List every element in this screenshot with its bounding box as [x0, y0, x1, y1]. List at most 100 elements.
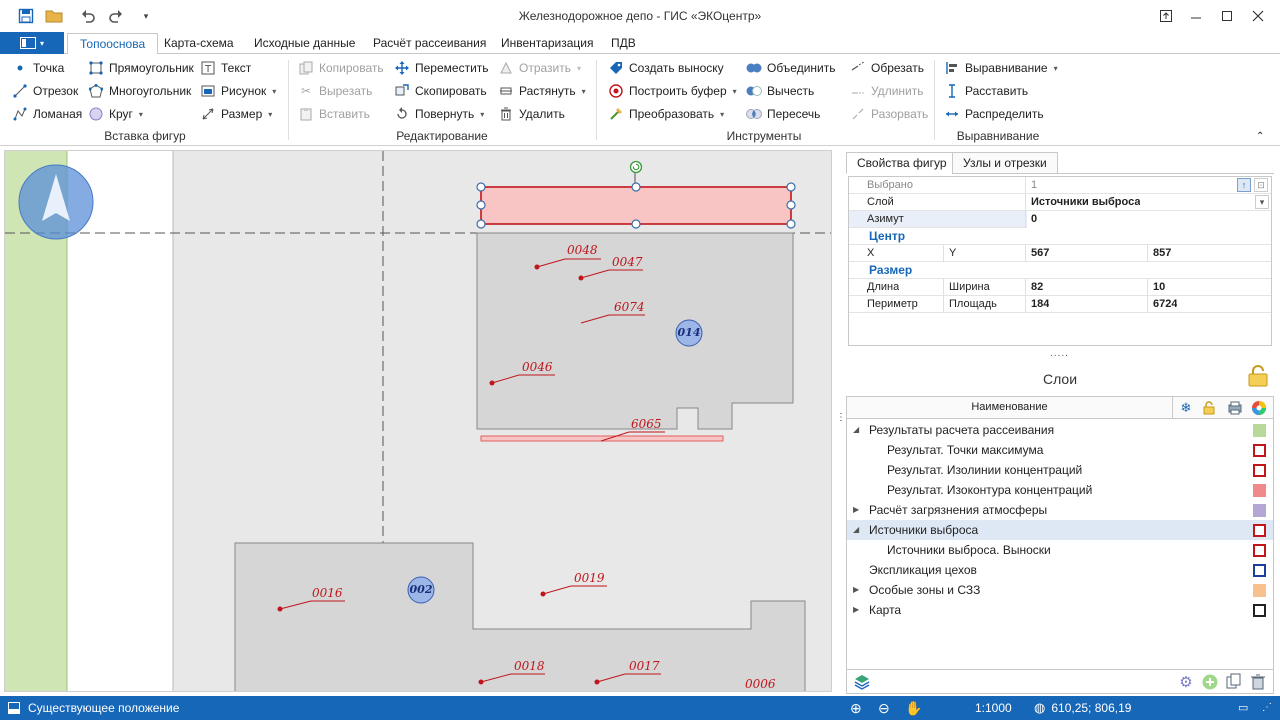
- size-button[interactable]: Размер ▾: [200, 104, 272, 124]
- tab-pdv[interactable]: ПДВ: [599, 33, 648, 54]
- width-field[interactable]: 10: [1149, 279, 1165, 296]
- layer-color-swatch[interactable]: [1253, 464, 1266, 477]
- pan-hand-icon[interactable]: ✋: [905, 696, 922, 720]
- layer-item[interactable]: Результат. Точки максимума: [847, 440, 1273, 460]
- rectangle-button[interactable]: Прямоугольник: [88, 58, 194, 78]
- close-button[interactable]: [1246, 6, 1270, 26]
- stretch-dropdown-icon[interactable]: ▾: [582, 87, 586, 96]
- zoom-out-icon[interactable]: ⊖: [878, 696, 890, 720]
- collapsed-arrow-icon[interactable]: ▶: [853, 580, 859, 600]
- layer-color-swatch[interactable]: [1253, 424, 1266, 437]
- layer-item[interactable]: ▶ Карта: [847, 600, 1273, 620]
- buffer-dropdown-icon[interactable]: ▾: [733, 87, 737, 96]
- map-label[interactable]: 0016: [312, 586, 343, 600]
- status-button-icon[interactable]: ▭: [1238, 696, 1248, 720]
- map-label[interactable]: 0018: [514, 659, 545, 673]
- resize-grip[interactable]: .....: [1050, 348, 1069, 359]
- layer-select[interactable]: Источники выброса: [1027, 194, 1140, 211]
- color-palette-icon[interactable]: [1251, 400, 1273, 416]
- scale-display[interactable]: 1:1000: [975, 696, 1012, 720]
- categorize-icon[interactable]: ⊡: [1254, 178, 1268, 192]
- sort-up-icon[interactable]: ↑: [1237, 178, 1251, 192]
- column-header-name[interactable]: Наименование: [847, 397, 1173, 418]
- split-button[interactable]: Разорвать: [850, 104, 928, 124]
- map-label[interactable]: 6065: [631, 417, 662, 431]
- extend-button[interactable]: Удлинить: [850, 81, 923, 101]
- buffer-button[interactable]: Построить буфер ▾: [608, 81, 737, 101]
- duplicate-button[interactable]: Скопировать: [394, 81, 487, 101]
- map-label[interactable]: 0019: [574, 571, 605, 585]
- cut-button[interactable]: ✂ Вырезать: [298, 81, 372, 101]
- file-menu-button[interactable]: ▾: [0, 32, 64, 54]
- layer-color-swatch[interactable]: [1253, 484, 1266, 497]
- mirror-dropdown-icon[interactable]: ▾: [577, 64, 581, 73]
- lock-icon[interactable]: [1246, 364, 1270, 388]
- length-field[interactable]: 82: [1027, 279, 1043, 296]
- size-dropdown-icon[interactable]: ▾: [268, 110, 272, 119]
- azimuth-field[interactable]: 0: [1027, 211, 1271, 228]
- tab-topo[interactable]: Топооснова: [67, 33, 159, 55]
- layer-color-swatch[interactable]: [1253, 524, 1266, 537]
- layer-color-swatch[interactable]: [1253, 504, 1266, 517]
- distribute-button[interactable]: Распределить: [944, 104, 1044, 124]
- map-label[interactable]: 0046: [522, 360, 553, 374]
- polygon-button[interactable]: Многоугольник: [88, 81, 191, 101]
- stretch-button[interactable]: Растянуть ▾: [498, 81, 586, 101]
- print-icon[interactable]: [1227, 400, 1249, 416]
- picture-dropdown-icon[interactable]: ▾: [272, 87, 276, 96]
- layer-color-swatch[interactable]: [1253, 564, 1266, 577]
- copy-button[interactable]: Копировать: [298, 58, 384, 78]
- layer-item[interactable]: Результат. Изоконтура концентраций: [847, 480, 1273, 500]
- align-dropdown-icon[interactable]: ▾: [1054, 64, 1058, 73]
- picture-button[interactable]: Рисунок ▾: [200, 81, 276, 101]
- map-label[interactable]: 0017: [629, 659, 660, 673]
- align-button[interactable]: Выравнивание ▾: [944, 58, 1058, 78]
- map-label[interactable]: 6074: [614, 300, 645, 314]
- tab-map-scheme[interactable]: Карта-схема: [152, 33, 246, 54]
- collapsed-arrow-icon[interactable]: ▶: [853, 500, 859, 520]
- point-button[interactable]: Точка: [12, 58, 64, 78]
- map-canvas[interactable]: 0048 0047 6074 0046 6065 0016 0019 0018 …: [4, 150, 832, 692]
- rotate-button[interactable]: Повернуть ▾: [394, 104, 484, 124]
- map-label[interactable]: 0047: [612, 255, 643, 269]
- layer-item[interactable]: ▶ Особые зоны и СЗЗ: [847, 580, 1273, 600]
- layer-item[interactable]: Результат. Изолинии концентраций: [847, 460, 1273, 480]
- minimize-button[interactable]: [1184, 6, 1208, 26]
- add-layer-icon[interactable]: [1201, 673, 1219, 691]
- layer-color-swatch[interactable]: [1253, 544, 1266, 557]
- resize-grip-icon[interactable]: ⋰: [1262, 696, 1272, 720]
- map-label[interactable]: 0006: [745, 677, 776, 691]
- expand-arrow-icon[interactable]: ◢: [853, 520, 859, 540]
- layer-settings-icon[interactable]: ⚙: [1177, 673, 1195, 691]
- zoom-in-icon[interactable]: ⊕: [850, 696, 862, 720]
- layer-item[interactable]: Источники выброса. Выноски: [847, 540, 1273, 560]
- expand-arrow-icon[interactable]: ◢: [853, 420, 859, 440]
- layer-color-swatch[interactable]: [1253, 604, 1266, 617]
- snowflake-icon[interactable]: ❄: [1175, 400, 1197, 416]
- paste-button[interactable]: Вставить: [298, 104, 370, 124]
- layer-item[interactable]: Экспликация цехов: [847, 560, 1273, 580]
- layer-item-selected[interactable]: ◢ Источники выброса: [847, 520, 1273, 540]
- layers-stack-icon[interactable]: [853, 673, 871, 691]
- chevron-down-icon[interactable]: ▾: [1255, 195, 1269, 209]
- layer-color-swatch[interactable]: [1253, 584, 1266, 597]
- maximize-button[interactable]: [1215, 6, 1239, 26]
- map-label[interactable]: 0048: [567, 243, 598, 257]
- text-button[interactable]: T Текст: [200, 58, 251, 78]
- layer-color-swatch[interactable]: [1253, 444, 1266, 457]
- tab-input-data[interactable]: Исходные данные: [242, 33, 367, 54]
- layer-item[interactable]: ▶ Расчёт загрязнения атмосферы: [847, 500, 1273, 520]
- tab-shape-properties[interactable]: Свойства фигур: [846, 152, 958, 174]
- building-badge[interactable]: 002: [409, 583, 433, 596]
- restore-ribbon-icon[interactable]: [1154, 6, 1178, 26]
- panel-splitter[interactable]: ⋮: [836, 413, 846, 431]
- y-field[interactable]: 857: [1149, 245, 1171, 262]
- building-badge[interactable]: 014: [677, 326, 701, 339]
- rotate-dropdown-icon[interactable]: ▾: [480, 110, 484, 119]
- area-field[interactable]: 6724: [1149, 296, 1177, 313]
- x-field[interactable]: 567: [1027, 245, 1049, 262]
- copy-layer-icon[interactable]: [1225, 673, 1243, 691]
- status-state[interactable]: Существующее положение: [8, 696, 179, 720]
- tab-nodes-segments[interactable]: Узлы и отрезки: [952, 152, 1058, 174]
- segment-button[interactable]: Отрезок: [12, 81, 78, 101]
